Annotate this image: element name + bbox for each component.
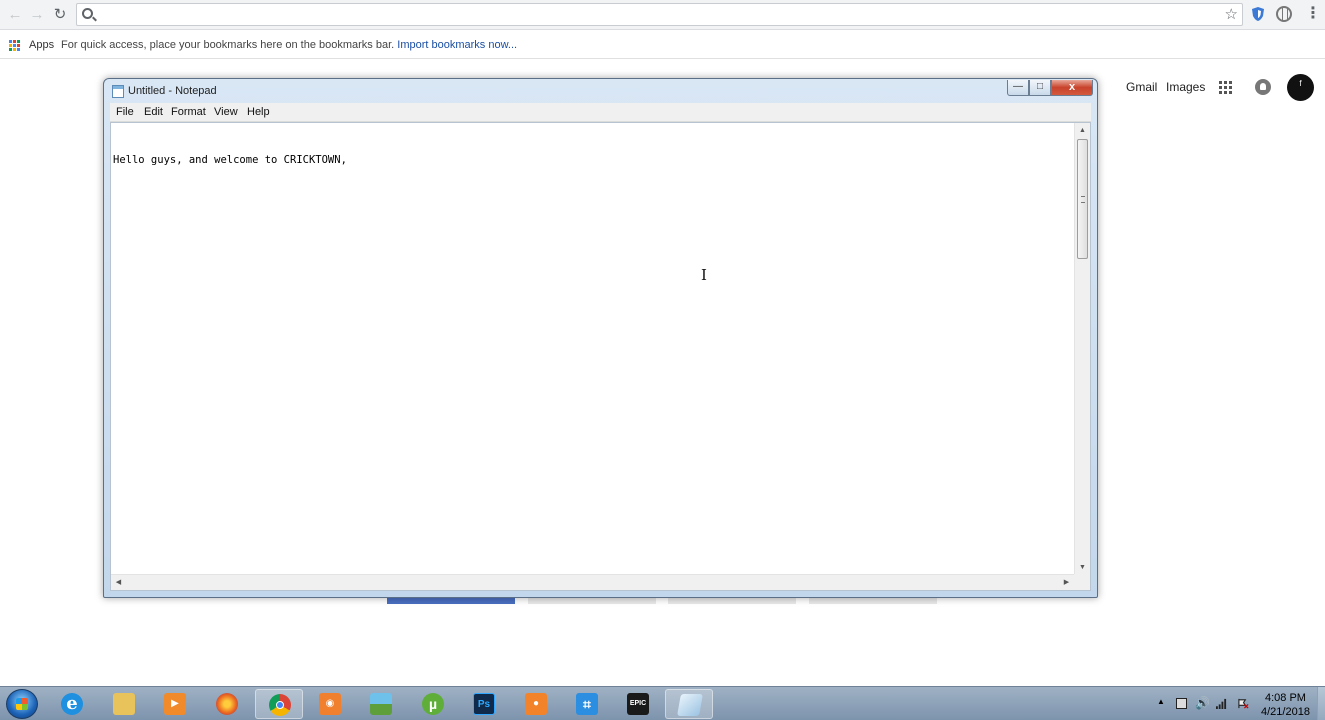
import-bookmarks-link[interactable]: Import bookmarks now... bbox=[397, 39, 517, 51]
notepad-text-area[interactable]: Hello guys, and welcome to CRICKTOWN, ▲ … bbox=[110, 122, 1091, 591]
apps-grid-icon[interactable] bbox=[9, 40, 20, 51]
internet-explorer-icon: e bbox=[61, 693, 83, 715]
globe-extension-icon[interactable] bbox=[1276, 6, 1292, 22]
notifications-bell-icon[interactable] bbox=[1255, 79, 1271, 95]
vertical-scrollbar[interactable]: ▲ ▼ bbox=[1074, 123, 1090, 575]
taskbar-firefox[interactable] bbox=[203, 689, 251, 719]
address-bar[interactable]: ☆ bbox=[76, 3, 1243, 26]
taskbar-utorrent[interactable]: µ bbox=[409, 689, 457, 719]
show-desktop-button[interactable] bbox=[1317, 687, 1325, 720]
taskbar-media-player[interactable]: ▶ bbox=[151, 689, 199, 719]
volume-icon[interactable]: 🔊 bbox=[1195, 696, 1210, 720]
taskbar-photoshop[interactable]: Ps bbox=[460, 689, 508, 719]
back-arrow-icon[interactable]: ← bbox=[5, 5, 25, 25]
google-apps-icon[interactable] bbox=[1219, 81, 1232, 94]
menu-edit[interactable]: Edit bbox=[144, 106, 163, 118]
maximize-button[interactable]: □ bbox=[1029, 80, 1051, 96]
close-button[interactable]: x bbox=[1051, 80, 1093, 96]
scroll-down-arrow-icon[interactable]: ▼ bbox=[1075, 560, 1090, 575]
taskbar-internet-explorer[interactable]: e bbox=[48, 689, 96, 719]
scroll-right-arrow-icon[interactable]: ▶ bbox=[1059, 575, 1074, 590]
bookmarks-hint: For quick access, place your bookmarks h… bbox=[61, 39, 517, 51]
taskbar-notepad[interactable] bbox=[665, 689, 713, 719]
notepad-window: Untitled - Notepad — □ x File Edit Forma… bbox=[103, 78, 1098, 598]
windows-taskbar: e ▶ ◉ µ Ps ● ⌗ EPIC ▲ 🔊 4:08 PM 4/21/201… bbox=[0, 686, 1325, 720]
bookmarks-bar: Apps For quick access, place your bookma… bbox=[0, 31, 1325, 59]
media-player-icon: ▶ bbox=[164, 693, 186, 715]
forward-arrow-icon[interactable]: → bbox=[27, 5, 47, 25]
browser-toolbar: ← → ↻ ☆ ⋮ bbox=[0, 0, 1325, 30]
menu-file[interactable]: File bbox=[116, 106, 134, 118]
address-input[interactable] bbox=[101, 6, 1211, 23]
taskbar-photo-viewer[interactable] bbox=[357, 689, 405, 719]
scrollbar-corner bbox=[1074, 574, 1090, 590]
account-avatar[interactable]: f bbox=[1287, 74, 1314, 101]
clock-time[interactable]: 4:08 PM bbox=[1265, 692, 1306, 704]
minimize-button[interactable]: — bbox=[1007, 80, 1029, 96]
taskbar-recorder[interactable]: ● bbox=[512, 689, 560, 719]
taskbar-chrome[interactable] bbox=[255, 689, 303, 719]
notepad-text[interactable]: Hello guys, and welcome to CRICKTOWN, bbox=[113, 154, 347, 166]
notepad-icon bbox=[112, 85, 124, 98]
notepad-taskbar-icon bbox=[677, 694, 703, 716]
menu-view[interactable]: View bbox=[214, 106, 238, 118]
chrome-menu-icon[interactable]: ⋮ bbox=[1305, 4, 1321, 22]
notepad-title: Untitled - Notepad bbox=[128, 85, 217, 97]
epic-games-icon: EPIC bbox=[627, 693, 649, 715]
network-flag-icon[interactable] bbox=[1238, 698, 1249, 709]
taskbar-snipping[interactable]: ⌗ bbox=[563, 689, 611, 719]
taskbar-epic-games[interactable]: EPIC bbox=[614, 689, 662, 719]
screen-capture-icon: ◉ bbox=[319, 693, 341, 715]
scroll-left-arrow-icon[interactable]: ◀ bbox=[111, 575, 126, 590]
horizontal-scrollbar[interactable]: ◀ ▶ bbox=[111, 574, 1074, 590]
vertical-scroll-thumb[interactable] bbox=[1077, 139, 1088, 259]
search-icon bbox=[82, 8, 93, 19]
shield-extension-icon[interactable] bbox=[1250, 6, 1266, 22]
photoshop-icon: Ps bbox=[473, 693, 495, 715]
tray-device-icon[interactable] bbox=[1176, 698, 1187, 709]
menu-help[interactable]: Help bbox=[247, 106, 270, 118]
taskbar-screen-capture[interactable]: ◉ bbox=[306, 689, 354, 719]
chrome-icon bbox=[269, 694, 291, 716]
text-cursor-icon: I bbox=[701, 266, 707, 284]
notepad-titlebar[interactable]: Untitled - Notepad — □ x bbox=[104, 79, 1097, 103]
bookmarks-hint-text: For quick access, place your bookmarks h… bbox=[61, 39, 395, 51]
scroll-up-arrow-icon[interactable]: ▲ bbox=[1075, 123, 1090, 138]
taskbar-file-explorer[interactable] bbox=[100, 689, 148, 719]
reload-icon[interactable]: ↻ bbox=[50, 5, 70, 25]
bookmark-star-icon[interactable]: ☆ bbox=[1225, 5, 1238, 25]
start-button[interactable] bbox=[6, 689, 38, 719]
firefox-icon bbox=[216, 693, 238, 715]
menu-format[interactable]: Format bbox=[171, 106, 206, 118]
tray-expand-icon[interactable]: ▲ bbox=[1157, 697, 1165, 720]
gmail-link[interactable]: Gmail bbox=[1126, 80, 1157, 94]
apps-shortcut[interactable]: Apps bbox=[29, 39, 54, 51]
snipping-icon: ⌗ bbox=[576, 693, 598, 715]
recorder-icon: ● bbox=[525, 693, 547, 715]
folder-icon bbox=[113, 693, 135, 715]
signal-icon[interactable] bbox=[1216, 698, 1227, 709]
clock-date[interactable]: 4/21/2018 bbox=[1261, 706, 1310, 718]
photo-viewer-icon bbox=[370, 693, 392, 715]
notepad-menubar: File Edit Format View Help bbox=[110, 103, 1091, 122]
utorrent-icon: µ bbox=[422, 693, 444, 715]
images-link[interactable]: Images bbox=[1166, 80, 1205, 94]
